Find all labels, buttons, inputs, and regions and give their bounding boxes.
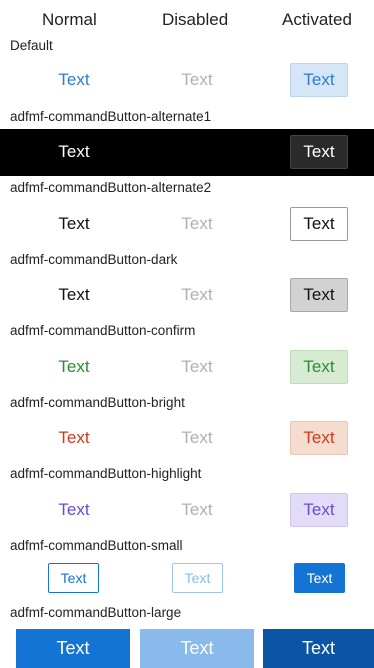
column-header-activated: Activated [282,10,352,29]
bright-button-normal[interactable]: Text [29,420,119,456]
dark-button-disabled: Text [181,285,213,304]
bright-button-activated[interactable]: Text [290,421,348,455]
row-label-dark: adfmf-commandButton-dark [10,252,178,267]
default-button-activated[interactable]: Text [290,63,348,97]
large-button-normal[interactable]: Text [16,629,130,668]
large-button-activated[interactable]: Text [263,629,374,668]
default-button-normal[interactable]: Text [29,62,119,98]
large-button-disabled: Text [140,629,254,668]
confirm-button-activated[interactable]: Text [290,350,348,384]
row-label-bright: adfmf-commandButton-bright [10,395,185,410]
confirm-button-normal[interactable]: Text [29,349,119,385]
column-header-disabled: Disabled [162,10,229,29]
row-label-default: Default [10,38,53,53]
default-button-disabled: Text [181,70,213,89]
row-label-alternate1: adfmf-commandButton-alternate1 [10,109,212,124]
row-label-large: adfmf-commandButton-large [10,605,182,620]
highlight-button-disabled: Text [181,500,213,519]
row-label-highlight: adfmf-commandButton-highlight [10,466,202,481]
column-header-normal: Normal [42,10,97,29]
small-button-normal[interactable]: Text [48,563,99,593]
row-label-confirm: adfmf-commandButton-confirm [10,323,196,338]
highlight-button-normal[interactable]: Text [29,492,119,528]
highlight-button-activated[interactable]: Text [290,493,348,527]
alternate2-button-disabled: Text [181,214,213,233]
bright-button-disabled: Text [181,428,213,447]
row-label-small: adfmf-commandButton-small [10,538,183,553]
dark-button-normal[interactable]: Text [29,277,119,313]
confirm-button-disabled: Text [181,357,213,376]
alternate2-button-normal[interactable]: Text [29,206,119,242]
small-button-disabled: Text [172,563,223,593]
alternate1-button-normal[interactable]: Text [29,134,119,170]
dark-button-activated[interactable]: Text [290,278,348,312]
alternate2-button-activated[interactable]: Text [290,207,348,241]
small-button-activated[interactable]: Text [294,563,345,593]
alternate1-button-activated[interactable]: Text [290,135,348,169]
row-label-alternate2: adfmf-commandButton-alternate2 [10,180,212,195]
alternate1-button-disabled: Text [181,142,213,161]
